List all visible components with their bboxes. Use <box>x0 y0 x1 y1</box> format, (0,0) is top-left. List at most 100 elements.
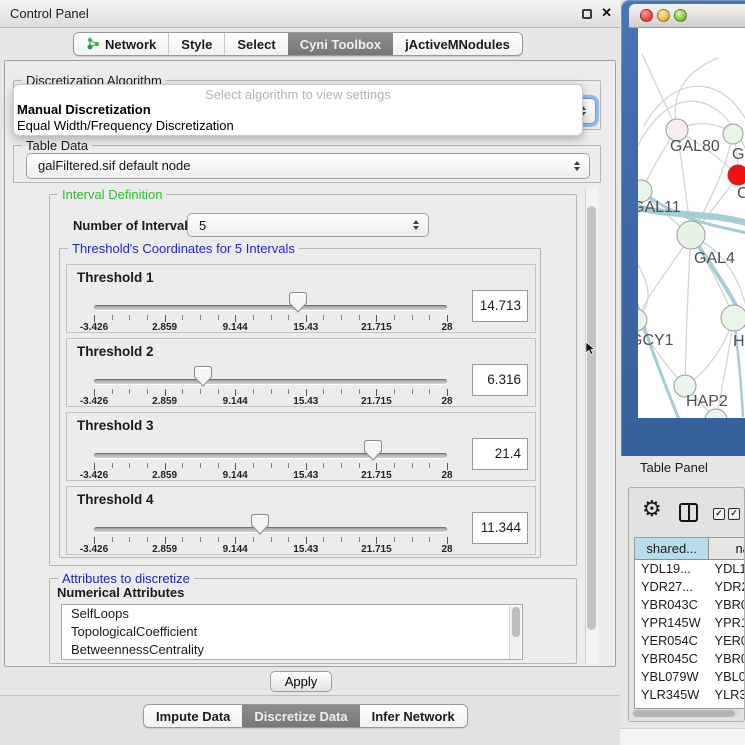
checkbox-icon[interactable]: ✓ <box>713 508 725 520</box>
network-canvas[interactable]: GAL80GCGAL11GAL4GCY1HHAP2 <box>638 28 745 418</box>
tick-label: 2.859 <box>142 544 188 555</box>
slider-tick <box>429 463 430 468</box>
slider-tick <box>288 537 289 542</box>
table-row[interactable]: YBR043CYBR04 <box>635 596 745 614</box>
algorithm-dropdown-placeholder: Select algorithm to view settings <box>14 87 582 102</box>
table-data-group: Table Data galFiltered.sif default node <box>13 145 601 183</box>
network-edge[interactable] <box>642 54 677 130</box>
network-node-label: GAL80 <box>670 138 720 155</box>
slider-tick <box>112 389 113 394</box>
network-edge[interactable] <box>675 58 718 130</box>
slider-tick <box>359 463 360 468</box>
slider-tick <box>235 463 236 470</box>
mac-minimize-icon[interactable] <box>657 9 670 22</box>
slider-tick <box>394 389 395 394</box>
threshold-label: Threshold 4 <box>77 492 154 507</box>
table-cell: YDL19... <box>635 560 710 578</box>
table-row[interactable]: YBL079WYBL07 <box>635 668 745 686</box>
tab-infer-network[interactable]: Infer Network <box>360 705 467 727</box>
checkbox-icon[interactable]: ✓ <box>728 508 740 520</box>
slider-thumb[interactable] <box>194 366 212 390</box>
network-node[interactable] <box>721 305 745 331</box>
slider-track <box>94 379 447 384</box>
network-view-window: GAL80GCGAL11GAL4GCY1HHAP2 <box>621 0 745 456</box>
network-node[interactable] <box>723 124 743 144</box>
tick-label: -3.426 <box>71 470 117 481</box>
apply-button[interactable]: Apply <box>270 671 332 692</box>
table-row[interactable]: YDR27...YDR27 <box>635 578 745 596</box>
control-panel-titlebar[interactable]: Control Panel ✕ <box>0 0 620 28</box>
column-header-name[interactable]: na <box>709 538 745 559</box>
algorithm-option-equal-width-frequency-discretization[interactable]: Equal Width/Frequency Discretization <box>14 118 582 134</box>
threshold-value-field[interactable]: 11.344 <box>472 512 528 544</box>
slider-tick <box>394 537 395 542</box>
slider-thumb[interactable] <box>364 440 382 464</box>
tab-network[interactable]: Network <box>74 33 168 55</box>
network-edge[interactable] <box>685 235 691 386</box>
network-node[interactable] <box>705 409 727 418</box>
table-row[interactable]: YDL19...YDL19 <box>635 560 745 578</box>
network-icon <box>86 36 100 53</box>
tab-label: Impute Data <box>156 709 230 724</box>
table-cell: YBR045C <box>635 650 710 668</box>
network-window-titlebar[interactable] <box>629 4 745 28</box>
table-row[interactable]: YLR345WYLR34 <box>635 686 745 704</box>
split-columns-icon[interactable] <box>679 503 698 522</box>
algorithm-option-manual-discretization[interactable]: Manual Discretization <box>14 102 582 118</box>
mac-zoom-icon[interactable] <box>674 9 687 22</box>
bottom-right-strip <box>620 728 745 745</box>
slider-tick <box>235 537 236 544</box>
attribute-list-item[interactable]: SelfLoops <box>62 605 522 623</box>
tab-select[interactable]: Select <box>224 33 287 55</box>
mac-close-icon[interactable] <box>640 9 653 22</box>
slider-tick <box>341 463 342 468</box>
numerical-attributes-list[interactable]: SelfLoopsTopologicalCoefficientBetweenne… <box>61 604 523 660</box>
slider-tick <box>306 389 307 396</box>
network-node-label: GAL4 <box>694 250 735 267</box>
slider-track <box>94 527 447 532</box>
column-header-shared-name[interactable]: shared... <box>635 538 709 559</box>
network-node[interactable] <box>728 165 745 185</box>
threshold-value-field[interactable]: 6.316 <box>472 364 528 396</box>
slider-tick <box>359 389 360 394</box>
float-window-icon[interactable] <box>582 9 592 19</box>
table-data-select[interactable]: galFiltered.sif default node <box>26 153 590 179</box>
slider-tick <box>129 463 130 468</box>
slider-thumb[interactable] <box>251 514 269 538</box>
table-row[interactable]: YER054CYER05 <box>635 632 745 650</box>
slider-tick <box>412 463 413 468</box>
slider-tick <box>323 389 324 394</box>
slider-tick <box>165 537 166 544</box>
numerical-attributes-label: Numerical Attributes <box>57 585 184 600</box>
table-hscrollbar[interactable] <box>631 709 741 718</box>
threshold-value-field[interactable]: 21.4 <box>472 438 528 470</box>
gear-icon[interactable]: ⚙ <box>642 498 662 520</box>
slider-tick <box>394 315 395 320</box>
slider-tick <box>182 389 183 394</box>
panel-scrollbar-thumb[interactable] <box>587 206 596 630</box>
close-icon[interactable]: ✕ <box>601 5 612 21</box>
network-node-label: GAL11 <box>638 199 681 216</box>
table-row[interactable]: YBR045CYBR04 <box>635 650 745 668</box>
tab-discretize-data[interactable]: Discretize Data <box>242 705 359 727</box>
table-row[interactable]: YPR145WYPR14 <box>635 614 745 632</box>
tab-cyni-toolbox[interactable]: Cyni Toolbox <box>288 33 393 55</box>
tab-style[interactable]: Style <box>168 33 224 55</box>
tick-label: 28 <box>424 470 470 481</box>
slider-tick <box>447 463 448 470</box>
slider-tick <box>235 315 236 322</box>
slider-tick <box>323 463 324 468</box>
tab-impute-data[interactable]: Impute Data <box>144 705 242 727</box>
attribute-list-item[interactable]: TopologicalCoefficient <box>62 623 522 641</box>
network-node-label: G <box>732 146 744 163</box>
tick-label: 9.144 <box>212 396 258 407</box>
number-of-intervals-select[interactable]: 5 <box>187 213 429 237</box>
slider-tick <box>200 315 201 320</box>
slider-thumb[interactable] <box>289 292 307 316</box>
tab-jactivemnodules[interactable]: jActiveMNodules <box>393 33 522 55</box>
threshold-panel: Threshold 4-3.4262.8599.14415.4321.71528… <box>66 486 536 555</box>
list-scrollbar[interactable] <box>509 606 521 660</box>
network-node[interactable] <box>677 221 705 249</box>
threshold-value-field[interactable]: 14.713 <box>472 290 528 322</box>
attribute-list-item[interactable]: BetweennessCentrality <box>62 641 522 659</box>
